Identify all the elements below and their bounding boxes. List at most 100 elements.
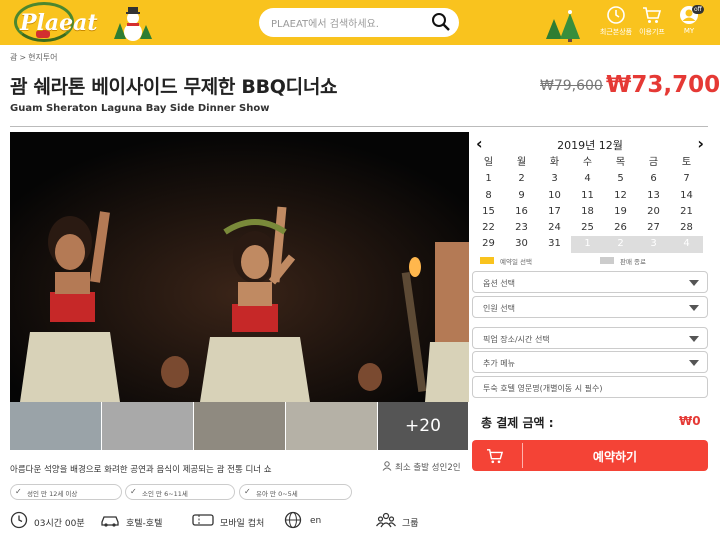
weekday-header: 토	[681, 157, 692, 168]
info-duration: 03시간 00분	[10, 511, 100, 533]
calendar-day[interactable]: 27	[637, 220, 670, 236]
calendar-day[interactable]: 24	[538, 220, 571, 236]
calendar-day[interactable]: 21	[670, 204, 703, 220]
christmas-tree-icon	[546, 10, 580, 42]
calendar-day[interactable]: 23	[505, 220, 538, 236]
next-month-button[interactable]: ›	[697, 134, 704, 153]
person-icon	[382, 461, 392, 471]
calendar-day[interactable]: 19	[604, 204, 637, 220]
thumbnail[interactable]	[102, 402, 194, 450]
clock-icon	[10, 511, 28, 529]
calendar-day[interactable]: 29	[472, 236, 505, 252]
age-chip-adult: ✓ 성인 만 12세 이상	[10, 484, 122, 500]
info-voucher: 모바일 컵처	[192, 511, 278, 533]
calendar-day[interactable]: 22	[472, 220, 505, 236]
search-input[interactable]: PLAEAT에서 검색하세요.	[271, 15, 379, 30]
calendar-day[interactable]: 1	[472, 171, 505, 187]
chip-label: 성인 만 12세 이상	[27, 490, 78, 498]
calendar-day[interactable]: 30	[505, 236, 538, 252]
calendar-day[interactable]: 28	[670, 220, 703, 236]
chevron-down-icon	[689, 336, 699, 342]
calendar-day-disabled: 2	[604, 236, 637, 253]
globe-icon	[284, 511, 302, 529]
calendar-day[interactable]: 18	[571, 204, 604, 220]
calendar-day[interactable]: 25	[571, 220, 604, 236]
chevron-down-icon	[689, 360, 699, 366]
date-calendar: ‹ 2019년 12월 › 일 월 화 수 목 금 토 1 2 3 4 5 6 7 8 9 10 11 12 13 14…	[472, 133, 708, 253]
calendar-day[interactable]: 6	[637, 171, 670, 187]
calendar-grid: 일 월 화 수 목 금 토 1 2 3 4 5 6 7 8 9 10 11 12 13 14 15 16 17 18 19 20 21…	[472, 155, 708, 253]
min-people: 최소 출발 성인2인	[382, 461, 461, 473]
transfer-label: 호텔-호텔	[126, 519, 163, 529]
legend-soldout-swatch	[600, 257, 614, 264]
calendar-day[interactable]: 13	[637, 188, 670, 204]
total-label: 총 결제 금액 :	[481, 416, 554, 430]
calendar-day[interactable]: 15	[472, 204, 505, 220]
total-value: ₩0	[679, 414, 701, 428]
search-bar[interactable]: PLAEAT에서 검색하세요.	[259, 8, 459, 37]
check-icon: ✓	[15, 487, 22, 496]
duration-label: 03시간 00분	[34, 519, 85, 529]
calendar-day[interactable]: 8	[472, 188, 505, 204]
calendar-day[interactable]: 10	[538, 188, 571, 204]
title-divider	[10, 126, 708, 127]
thumbnail[interactable]	[10, 402, 102, 450]
calendar-day[interactable]: 17	[538, 204, 571, 220]
breadcrumb-current[interactable]: 현지투어	[28, 53, 57, 62]
cart-icon	[487, 449, 504, 464]
legend-soldout-label: 판매 종료	[620, 258, 646, 266]
calendar-day[interactable]: 5	[604, 171, 637, 187]
search-icon[interactable]	[431, 12, 451, 32]
info-transfer: 호텔-호텔	[100, 511, 180, 533]
extra-menu-select[interactable]: 추가 메뉴	[472, 351, 708, 373]
calendar-day[interactable]: 20	[637, 204, 670, 220]
logo[interactable]: Plaeat	[14, 2, 98, 42]
thumbnail[interactable]	[194, 402, 286, 450]
calendar-month: 2019년 12월	[557, 139, 623, 152]
off-badge: off	[692, 5, 704, 14]
calendar-day[interactable]: 11	[571, 188, 604, 204]
legend-available-label: 예약일 선택	[500, 258, 532, 266]
extra-menu-label: 추가 메뉴	[483, 359, 515, 368]
weekday-header: 화	[549, 157, 560, 168]
thumbnail[interactable]	[286, 402, 378, 450]
calendar-day[interactable]: 9	[505, 188, 538, 204]
hotel-name-placeholder: 투숙 호텔 영문명(개별이동 시 필수)	[483, 384, 603, 393]
book-button[interactable]: 예약하기	[472, 440, 708, 471]
hotel-name-input[interactable]: 투숙 호텔 영문명(개별이동 시 필수)	[472, 376, 708, 398]
more-photos-button[interactable]: +20	[378, 402, 469, 450]
calendar-day[interactable]: 16	[505, 204, 538, 220]
snowman-icon	[114, 7, 152, 41]
calendar-day[interactable]: 12	[604, 188, 637, 204]
chip-label: 소인 만 6~11세	[142, 490, 188, 498]
product-main-image[interactable]	[10, 132, 469, 402]
option-select[interactable]: 옵션 선택	[472, 271, 708, 293]
cart-icon	[643, 7, 662, 23]
age-chip-child: ✓ 소인 만 6~11세	[125, 484, 235, 500]
sale-price: ₩73,700	[606, 72, 720, 98]
check-icon: ✓	[244, 487, 251, 496]
pickup-select-label: 픽업 장소/시간 선택	[483, 335, 550, 344]
calendar-day[interactable]: 2	[505, 171, 538, 187]
breadcrumb-separator: >	[19, 53, 27, 62]
car-icon	[101, 516, 119, 527]
group-icon	[376, 512, 396, 528]
people-select[interactable]: 인원 선택	[472, 296, 708, 318]
calendar-day-disabled: 3	[637, 236, 670, 253]
voucher-label: 모바일 컵처	[220, 519, 265, 529]
calendar-day[interactable]: 4	[571, 171, 604, 187]
weekday-header: 수	[582, 157, 593, 168]
breadcrumb-home[interactable]: 괌	[10, 53, 17, 62]
calendar-day[interactable]: 14	[670, 188, 703, 204]
product-subtitle: Guam Sheraton Laguna Bay Side Dinner Sho…	[10, 103, 270, 114]
calendar-day[interactable]: 31	[538, 236, 571, 252]
calendar-day[interactable]: 3	[538, 171, 571, 187]
thumbnail-strip: +20	[10, 402, 469, 450]
pickup-select[interactable]: 픽업 장소/시간 선택	[472, 327, 708, 349]
clock-icon	[607, 6, 625, 24]
top-header: Plaeat PLAEAT에서 검색하세요. 최근본상품 이용기프 MY off	[0, 0, 720, 45]
my-button[interactable]: MY off	[667, 5, 711, 41]
calendar-day[interactable]: 7	[670, 171, 703, 187]
calendar-day[interactable]: 26	[604, 220, 637, 236]
ticket-icon	[192, 514, 214, 526]
